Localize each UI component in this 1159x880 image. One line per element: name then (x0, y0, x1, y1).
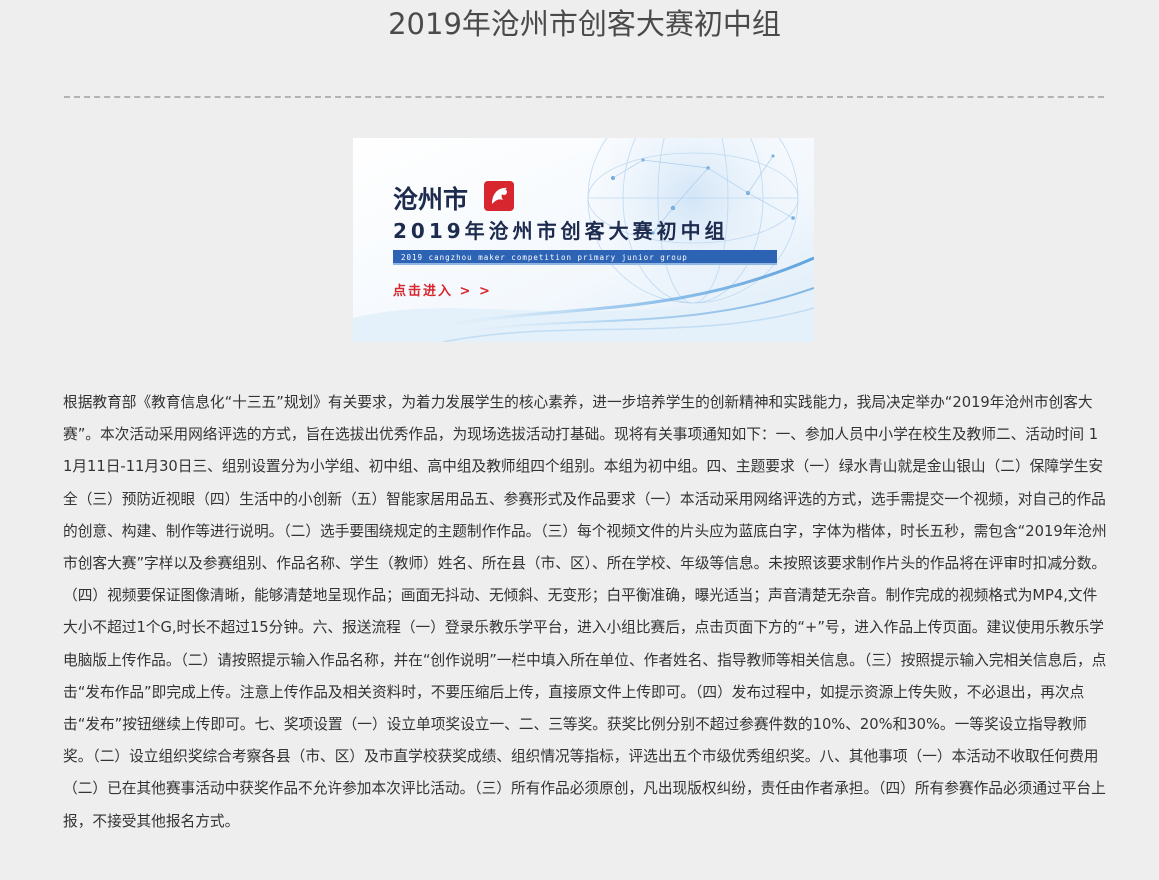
banner-subheading: 2019 cangzhou maker competition primary … (401, 253, 688, 262)
banner-city-text: 沧州市 (393, 185, 468, 214)
competition-banner[interactable]: 沧州市 2019年沧州市创客大赛初中组 2019 cangzhou maker … (353, 138, 814, 342)
banner-graphic: 沧州市 2019年沧州市创客大赛初中组 2019 cangzhou maker … (353, 138, 814, 342)
announcement-body: 根据教育部《教育信息化“十三五”规划》有关要求，为着力发展学生的核心素养，进一步… (63, 394, 1107, 830)
dashed-divider (64, 96, 1104, 98)
banner-enter-link[interactable]: 点击进入 > > (393, 283, 492, 299)
page-title: 2019年沧州市创客大赛初中组 (388, 7, 781, 41)
page-container: 2019年沧州市创客大赛初中组 沧州市 2019年沧州市创客大赛初中组 2019… (0, 0, 1159, 880)
banner-heading: 2019年沧州市创客大赛初中组 (393, 219, 729, 243)
